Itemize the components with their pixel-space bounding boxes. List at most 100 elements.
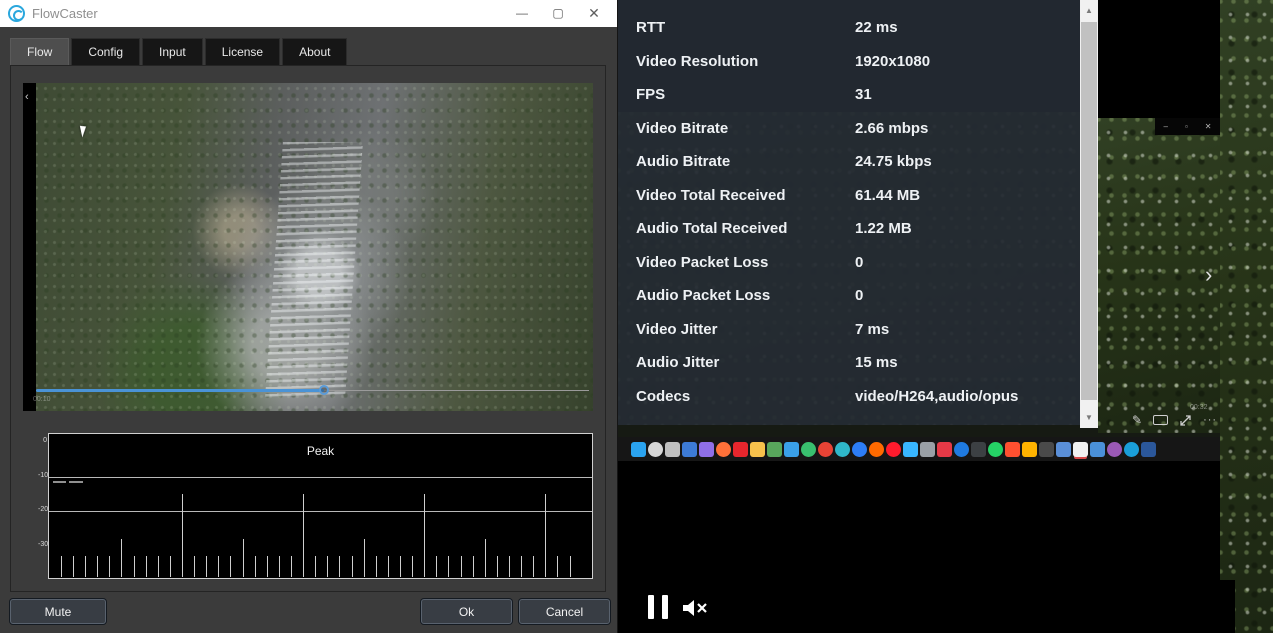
annotation-toolbar: ✎ ··· bbox=[1132, 411, 1220, 429]
stat-label: RTT bbox=[636, 19, 665, 36]
circle-orange-icon bbox=[869, 442, 884, 457]
stat-label: Audio Bitrate bbox=[636, 153, 730, 170]
close-button[interactable]: ✕ bbox=[579, 0, 609, 27]
mouse-cursor-icon bbox=[80, 125, 88, 138]
person-blue-icon bbox=[1056, 442, 1071, 457]
cancel-button[interactable]: Cancel bbox=[519, 599, 610, 624]
screen: FlowCaster — ▢ ✕ FlowConfigInputLicenseA… bbox=[0, 0, 1273, 633]
tab-flow[interactable]: Flow bbox=[10, 38, 69, 65]
video-preview[interactable]: ‹ 00:10 bbox=[23, 83, 593, 411]
stat-row: Video Bitrate2.66 mbps bbox=[618, 112, 1080, 146]
meter-gridline bbox=[49, 477, 592, 478]
box-dark-icon bbox=[1039, 442, 1054, 457]
meter-tick bbox=[412, 556, 413, 577]
video-player[interactable]: RTT22 msVideo Resolution1920x1080FPS31Vi… bbox=[618, 0, 1273, 633]
meter-title: Peak bbox=[49, 444, 592, 458]
stat-label: Video Bitrate bbox=[636, 120, 728, 137]
meter-tick bbox=[291, 556, 292, 577]
window-blue-icon bbox=[682, 442, 697, 457]
scrollbar-thumb[interactable] bbox=[1081, 22, 1097, 400]
tab-license[interactable]: License bbox=[205, 38, 280, 65]
nested-window-video: – ▫ ✕ bbox=[1098, 118, 1220, 433]
flowcaster-logo-icon bbox=[8, 5, 25, 22]
maximize-button[interactable]: ▢ bbox=[543, 0, 573, 27]
meter-tick bbox=[473, 556, 474, 577]
pause-button[interactable] bbox=[648, 595, 668, 619]
meter-tick bbox=[570, 556, 571, 577]
app-green-icon bbox=[767, 442, 782, 457]
preview-left-bar bbox=[23, 83, 36, 411]
stats-scrollbar[interactable]: ▲ ▼ bbox=[1080, 0, 1098, 428]
meter-tick bbox=[424, 494, 425, 577]
meter-tick bbox=[545, 494, 546, 577]
meter-peak-dash bbox=[69, 481, 83, 483]
stat-label: Audio Jitter bbox=[636, 354, 719, 371]
meter-tick bbox=[255, 556, 256, 577]
video-content-right-strip bbox=[1220, 0, 1273, 633]
rectangle-icon bbox=[1153, 415, 1168, 425]
meter-tick bbox=[388, 556, 389, 577]
more-icon: ··· bbox=[1203, 414, 1217, 426]
search-icon bbox=[648, 442, 663, 457]
diamond-red-icon bbox=[937, 442, 952, 457]
stat-row: Codecsvideo/H264,audio/opus bbox=[618, 380, 1080, 414]
meter-tick bbox=[73, 556, 74, 577]
titlebar[interactable]: FlowCaster — ▢ ✕ bbox=[0, 0, 617, 27]
meter-tick bbox=[230, 556, 231, 577]
meter-tick bbox=[533, 556, 534, 577]
preview-time-label: 00:10 bbox=[33, 396, 51, 403]
meter-tick bbox=[218, 556, 219, 577]
stat-row: RTT 22 ms bbox=[618, 11, 1080, 45]
meter-tick bbox=[109, 556, 110, 577]
stat-label: Video Total Received bbox=[636, 187, 786, 204]
meter-peak-dash bbox=[53, 481, 66, 483]
stat-value: 61.44 MB bbox=[855, 187, 920, 204]
swirl-blue-icon bbox=[1124, 442, 1139, 457]
tab-config[interactable]: Config bbox=[71, 38, 140, 65]
meter-tick bbox=[121, 539, 122, 577]
active-app-icon bbox=[1073, 442, 1088, 457]
mute-icon[interactable] bbox=[682, 598, 710, 618]
meter-tick bbox=[448, 556, 449, 577]
app-purple-icon bbox=[699, 442, 714, 457]
scroll-down-icon[interactable]: ▼ bbox=[1080, 409, 1098, 426]
meter-tick bbox=[315, 556, 316, 577]
meter-scale-label: -20 bbox=[38, 506, 47, 513]
adobe-icon bbox=[733, 442, 748, 457]
tab-input[interactable]: Input bbox=[142, 38, 203, 65]
stat-row: Audio Bitrate24.75 kbps bbox=[618, 145, 1080, 179]
minimize-button[interactable]: — bbox=[507, 0, 537, 27]
bolt-blue-icon bbox=[903, 442, 918, 457]
meter-tick bbox=[206, 556, 207, 577]
preview-progress-knob[interactable] bbox=[319, 385, 329, 395]
tab-about[interactable]: About bbox=[282, 38, 347, 65]
window-blue2-icon bbox=[1090, 442, 1105, 457]
meter-tick bbox=[158, 556, 159, 577]
stat-row: Video Resolution1920x1080 bbox=[618, 45, 1080, 79]
meter-tick bbox=[364, 539, 365, 577]
stat-label: Audio Total Received bbox=[636, 220, 787, 237]
meter-tick bbox=[327, 556, 328, 577]
scroll-up-icon[interactable]: ▲ bbox=[1080, 2, 1098, 19]
meter-tick bbox=[436, 556, 437, 577]
audio-meter: 0-10-20-30 Peak bbox=[38, 433, 595, 581]
expand-arrows-icon bbox=[1179, 414, 1192, 427]
chrome-icon bbox=[818, 442, 833, 457]
stat-label: Codecs bbox=[636, 388, 690, 405]
play-blue-icon bbox=[954, 442, 969, 457]
meter-tick bbox=[521, 556, 522, 577]
check-blue-icon bbox=[852, 442, 867, 457]
stat-label: FPS bbox=[636, 86, 665, 103]
circle-green-icon bbox=[801, 442, 816, 457]
stat-row: Audio Total Received1.22 MB bbox=[618, 212, 1080, 246]
mute-button[interactable]: Mute bbox=[10, 599, 106, 624]
back-chevron-icon[interactable]: ‹ bbox=[25, 91, 29, 103]
opera-red-icon bbox=[886, 442, 901, 457]
meter-tick bbox=[485, 539, 486, 577]
stat-row: Video Jitter7 ms bbox=[618, 313, 1080, 347]
nested-window-titlebar: – ▫ ✕ bbox=[1155, 118, 1220, 135]
ok-button[interactable]: Ok bbox=[421, 599, 512, 624]
stat-value: 22 ms bbox=[855, 19, 898, 36]
flow-tab-panel: ‹ 00:10 0-10-20-30 Peak bbox=[10, 65, 606, 592]
meter-tick bbox=[97, 556, 98, 577]
